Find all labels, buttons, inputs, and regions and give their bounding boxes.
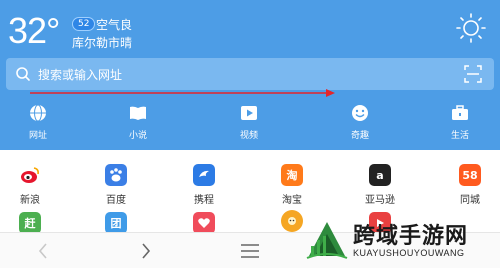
app-label: 百度 <box>106 195 126 206</box>
nav-label: 奇趣 <box>350 131 369 141</box>
watermark: 跨域手游网 KUAYUSHOUYOUWANG <box>305 212 500 268</box>
globe-icon <box>30 104 46 122</box>
lion-icon <box>281 210 303 232</box>
sun-icon[interactable] <box>455 12 487 44</box>
nav-item-fun[interactable]: 奇趣 <box>330 104 390 141</box>
tuan-icon: 团 <box>105 212 127 234</box>
watermark-logo-icon <box>306 222 348 259</box>
search-bar[interactable]: 搜索或输入网址 <box>6 58 494 90</box>
temperature: 32° <box>8 10 60 51</box>
app-sina[interactable]: 新浪 <box>0 164 60 206</box>
forward-icon[interactable] <box>140 243 152 259</box>
taobao-icon: 淘 <box>281 164 303 186</box>
nav-label: 视频 <box>239 131 258 141</box>
aqi-label: 空气良 <box>96 18 133 32</box>
watermark-subtitle: KUAYUSHOUYOUWANG <box>353 248 465 258</box>
app-label: 携程 <box>194 195 214 206</box>
app-58tongcheng[interactable]: 58 同城 <box>440 164 500 206</box>
baidu-icon <box>105 164 127 186</box>
app-ganji[interactable]: 赶 <box>0 212 60 234</box>
heart-app-icon <box>193 212 215 234</box>
weather-condition: 晴 <box>120 36 133 50</box>
app-baidu[interactable]: 百度 <box>86 164 146 206</box>
book-icon <box>130 106 146 120</box>
amazon-icon: a <box>369 164 391 186</box>
app-heart[interactable] <box>174 212 234 234</box>
nav-label: 小说 <box>128 131 147 141</box>
nav-item-life[interactable]: 生活 <box>430 104 490 141</box>
app-amazon[interactable]: a 亚马逊 <box>350 164 410 206</box>
smile-icon <box>352 105 368 121</box>
app-label: 亚马逊 <box>365 195 395 206</box>
play-icon <box>241 106 257 120</box>
nav-item-video[interactable]: 视频 <box>219 104 279 141</box>
ganji-icon: 赶 <box>19 212 41 234</box>
app-label: 淘宝 <box>282 195 302 206</box>
app-ctrip[interactable]: 携程 <box>174 164 234 206</box>
back-icon[interactable] <box>37 243 49 259</box>
quick-nav: 网址 小说 视频 奇趣 生活 <box>0 104 500 146</box>
nav-item-novel[interactable]: 小说 <box>108 104 168 141</box>
scan-icon[interactable] <box>464 65 482 83</box>
header: 32° 52 空气良 库尔勒市 晴 搜索或输入网址 网址 小说 视频 奇趣 生活 <box>0 0 500 150</box>
toolbox-icon <box>452 105 468 120</box>
nav-label: 网址 <box>28 131 47 141</box>
menu-icon[interactable] <box>240 243 260 259</box>
nav-label: 生活 <box>450 131 469 141</box>
search-placeholder[interactable]: 搜索或输入网址 <box>38 66 122 83</box>
app-label: 同城 <box>460 195 480 206</box>
app-taobao[interactable]: 淘 淘宝 <box>262 164 322 206</box>
watermark-title: 跨域手游网 <box>353 224 469 249</box>
search-icon <box>16 67 30 81</box>
58-icon: 58 <box>459 164 481 186</box>
app-label: 新浪 <box>20 195 40 206</box>
red-arrow-annotation <box>30 89 335 97</box>
city-name: 库尔勒市 <box>72 36 121 50</box>
app-tuan[interactable]: 团 <box>86 212 146 234</box>
ctrip-icon <box>193 164 215 186</box>
sina-icon <box>19 164 41 186</box>
nav-item-web[interactable]: 网址 <box>8 104 68 141</box>
aqi-badge: 52 <box>72 17 96 31</box>
